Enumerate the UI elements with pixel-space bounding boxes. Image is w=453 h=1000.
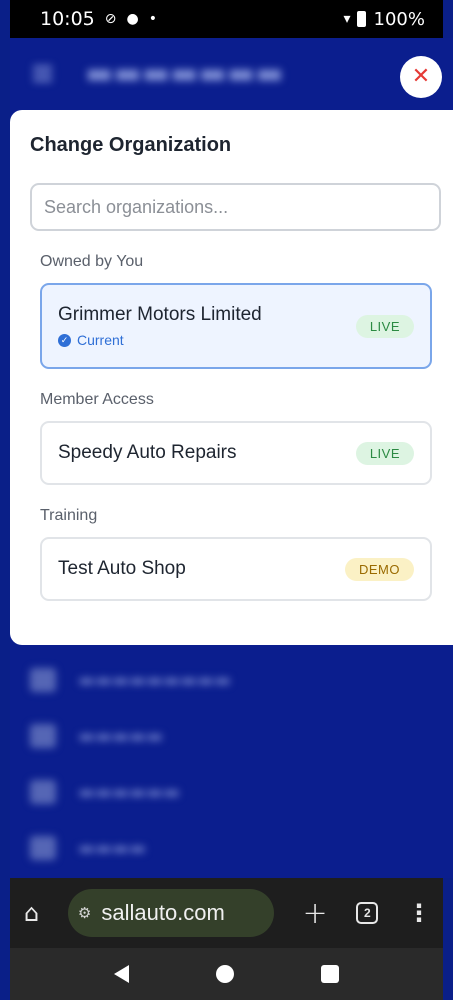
blurred-item-text: ▬▬▬▬▬▬ <box>78 781 181 803</box>
search-input[interactable] <box>30 183 441 231</box>
org-info: Grimmer Motors Limited ✓ Current <box>58 304 262 348</box>
blurred-menu-item: ▬▬▬▬ <box>30 836 146 860</box>
new-tab-icon[interactable]: + <box>303 896 328 931</box>
notification-dot-icon: • <box>148 11 157 27</box>
blurred-menu-icon: ≡ <box>30 55 56 91</box>
url-text: sallauto.com <box>101 900 225 925</box>
close-icon: ✕ <box>411 64 431 89</box>
modal-title: Change Organization <box>30 134 232 156</box>
blurred-item-icon <box>30 724 56 748</box>
battery-level: 100% <box>373 8 425 30</box>
status-bar: 10:05 ⊘ ● • ▾ 100% <box>10 0 443 38</box>
recents-icon[interactable] <box>321 965 340 983</box>
site-settings-icon[interactable]: ⚙ <box>78 904 91 922</box>
org-card-speedy-auto[interactable]: Speedy Auto Repairs LIVE <box>40 421 432 485</box>
blurred-menu-item: ▬▬▬▬▬▬▬▬▬ <box>30 668 231 692</box>
status-time: 10:05 <box>40 8 95 30</box>
home-button-icon[interactable] <box>215 965 234 983</box>
browser-toolbar: ⌂ ⚙ sallauto.com + 2 ⋮ <box>10 878 443 948</box>
home-icon[interactable]: ⌂ <box>24 899 39 927</box>
blurred-item-text: ▬▬▬▬▬▬▬▬▬ <box>78 669 232 691</box>
tab-switcher-button[interactable]: 2 <box>356 902 379 924</box>
status-badge: DEMO <box>345 557 414 581</box>
blurred-app-title: ▬▬▬▬▬▬▬ <box>85 55 284 91</box>
do-not-disturb-icon: ⊘ <box>104 11 117 27</box>
status-badge: LIVE <box>355 314 414 338</box>
close-button[interactable]: ✕ <box>400 56 442 98</box>
status-right: ▾ 100% <box>344 9 426 30</box>
current-label: Current <box>77 332 124 348</box>
blurred-item-text: ▬▬▬▬▬ <box>78 725 164 747</box>
status-badge: LIVE <box>355 441 414 465</box>
address-bar[interactable]: ⚙ sallauto.com <box>67 889 274 937</box>
check-circle-icon: ✓ <box>58 333 71 347</box>
blurred-item-icon <box>30 780 56 804</box>
system-nav-bar <box>10 948 443 1000</box>
blurred-item-text: ▬▬▬▬ <box>78 837 147 859</box>
org-name: Test Auto Shop <box>58 558 186 579</box>
section-label-member: Member Access <box>40 391 154 408</box>
status-left: 10:05 ⊘ ● • <box>40 8 157 30</box>
org-card-grimmer-motors[interactable]: Grimmer Motors Limited ✓ Current LIVE <box>40 283 432 369</box>
blurred-item-icon <box>30 668 56 692</box>
back-icon[interactable] <box>113 965 129 983</box>
change-organization-modal: Change Organization Owned by You Grimmer… <box>10 110 453 645</box>
org-card-test-auto-shop[interactable]: Test Auto Shop DEMO <box>40 537 432 601</box>
alert-icon: ● <box>126 11 139 27</box>
current-indicator: ✓ Current <box>58 332 262 348</box>
blurred-app-header: ≡ ▬▬▬▬▬▬▬ <box>10 48 453 98</box>
wifi-icon: ▾ <box>343 11 351 27</box>
section-label-owned: Owned by You <box>40 253 144 270</box>
section-label-training: Training <box>40 507 98 524</box>
org-name: Grimmer Motors Limited <box>58 304 262 325</box>
blurred-menu-item: ▬▬▬▬▬ <box>30 724 163 748</box>
more-menu-icon[interactable]: ⋮ <box>407 899 431 927</box>
blurred-menu-item: ▬▬▬▬▬▬ <box>30 780 180 804</box>
battery-icon <box>356 11 366 27</box>
org-name: Speedy Auto Repairs <box>58 442 237 463</box>
blurred-item-icon <box>30 836 56 860</box>
